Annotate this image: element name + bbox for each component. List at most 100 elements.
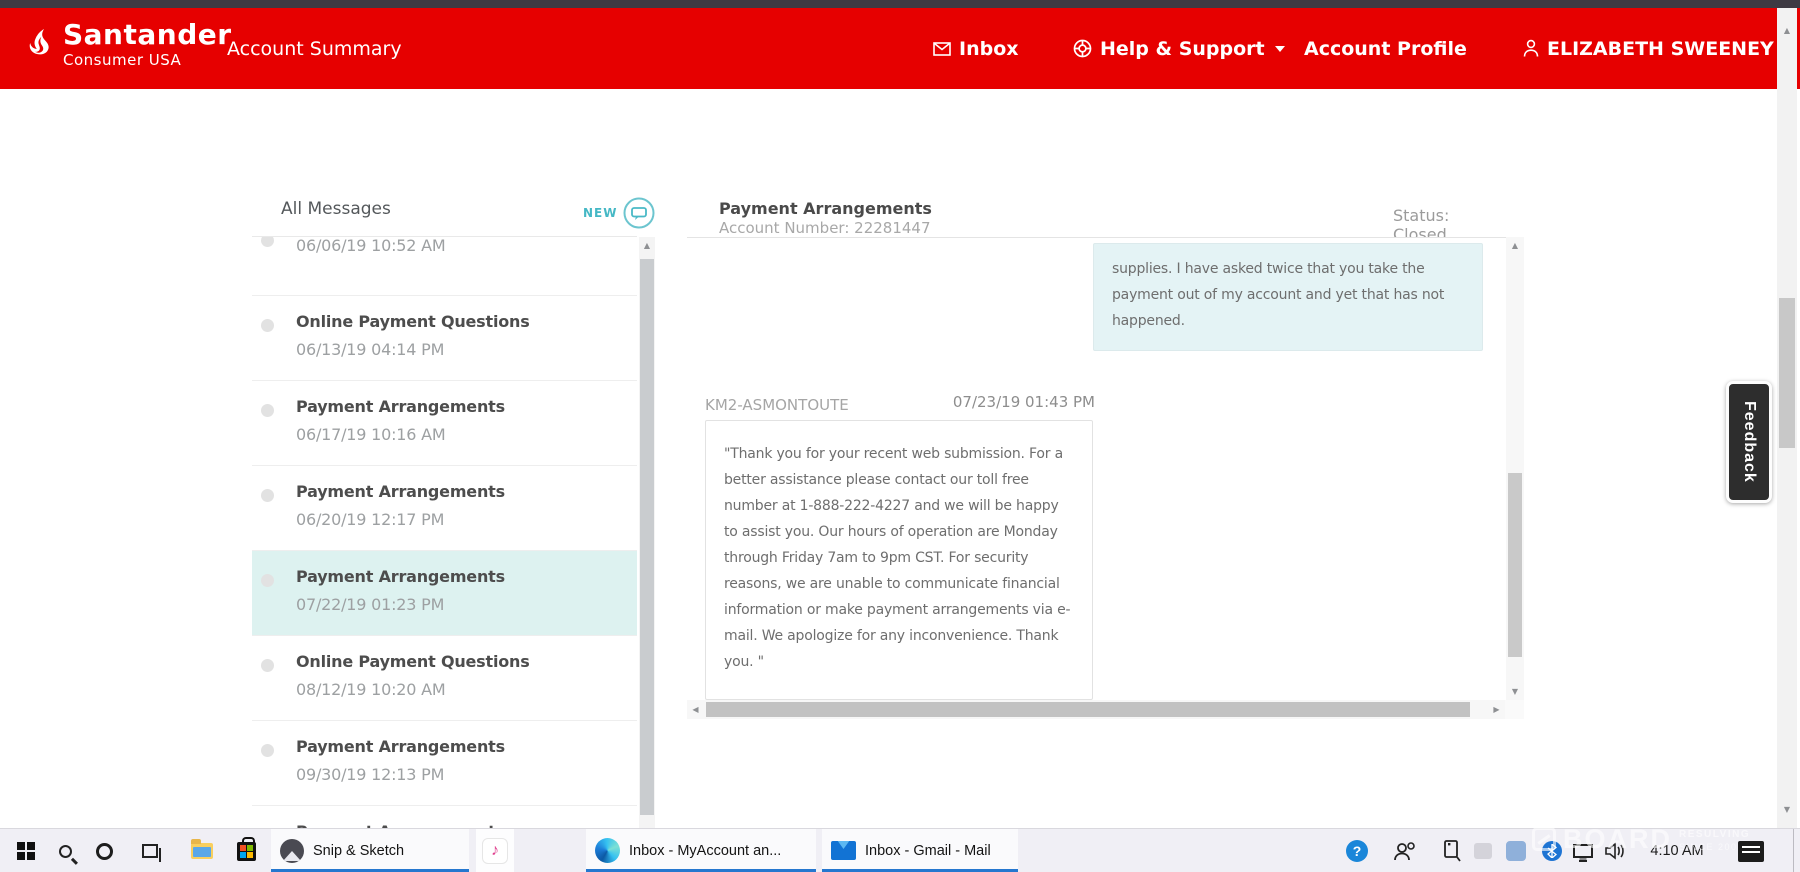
- scroll-up-arrow-icon[interactable]: ▲: [1506, 237, 1524, 254]
- tray-usb-button[interactable]: [1438, 838, 1464, 864]
- messages-panel-title: All Messages: [281, 199, 391, 219]
- tray-bluetooth-button[interactable]: [1539, 838, 1565, 864]
- message-list-item[interactable]: Payment Arrangements 07/22/19 01:23 PM: [252, 551, 637, 636]
- microsoft-store-button[interactable]: [231, 836, 261, 866]
- message-list-item[interactable]: Online Payment Questions06/13/19 04:14 P…: [252, 296, 637, 381]
- people-icon: [1393, 841, 1417, 861]
- cortana-button[interactable]: [89, 836, 119, 866]
- scrollbar-thumb[interactable]: [640, 259, 654, 815]
- unread-dot: [261, 659, 274, 672]
- screen: Santander Consumer USA Account Summary I…: [0, 0, 1800, 872]
- conversation-area: supplies. I have asked twice that you ta…: [687, 237, 1506, 719]
- tray-hidden-icon-button[interactable]: [1470, 838, 1496, 864]
- message-list-item[interactable]: Payment Arrangements09/30/19 12:13 PM: [252, 721, 637, 806]
- file-explorer-button[interactable]: [187, 836, 217, 866]
- scroll-right-arrow-icon[interactable]: ▶: [1488, 700, 1505, 719]
- taskbar-app-label: Snip & Sketch: [313, 843, 404, 859]
- show-desktop-button[interactable]: [1793, 829, 1800, 872]
- message-list-item[interactable]: Payment Arrangements06/20/19 12:17 PM: [252, 466, 637, 551]
- new-message-chat-icon: [623, 197, 655, 229]
- unread-dot: [261, 404, 274, 417]
- blue-square-app-icon: [1506, 841, 1526, 861]
- taskbar-clock[interactable]: 4:10 AM: [1638, 829, 1716, 872]
- edge-browser-icon: [595, 838, 620, 863]
- scroll-down-arrow-icon[interactable]: ▼: [1777, 801, 1797, 818]
- page-scrollbar[interactable]: ▲ ▼: [1777, 8, 1797, 828]
- volume-icon: [1604, 842, 1626, 860]
- navbar: Santander Consumer USA Account Summary I…: [0, 8, 1800, 89]
- tray-network-button[interactable]: [1570, 838, 1596, 864]
- feedback-tab[interactable]: Feedback: [1726, 381, 1772, 503]
- unread-dot: [261, 489, 274, 502]
- tray-help-button[interactable]: ?: [1344, 838, 1370, 864]
- taskbar-app-snip-sketch[interactable]: Snip & Sketch: [271, 829, 469, 872]
- unread-dot: [261, 744, 274, 757]
- scroll-left-arrow-icon[interactable]: ◀: [687, 700, 704, 719]
- help-question-icon: ?: [1346, 840, 1368, 862]
- agent-timestamp: 07/23/19 01:43 PM: [887, 393, 1095, 411]
- message-title: Payment Arrangements: [296, 737, 627, 756]
- chevron-down-icon: [1275, 46, 1285, 52]
- taskbar-app-label: Inbox - Gmail - Mail: [865, 843, 991, 859]
- nav-account-summary[interactable]: Account Summary: [227, 8, 402, 89]
- action-center-button[interactable]: [1738, 838, 1764, 864]
- cortana-icon: [96, 843, 113, 860]
- message-title: Online Payment Questions: [296, 652, 627, 671]
- message-list-item[interactable]: Payment Arrangements 06/17/19 10:16 AM: [252, 381, 637, 466]
- message-date: 07/22/19 01:23 PM: [296, 595, 627, 614]
- start-button[interactable]: [11, 836, 41, 866]
- envelope-icon: [933, 42, 951, 56]
- nav-help-support-label: Help & Support: [1100, 38, 1265, 60]
- person-icon: [1523, 39, 1539, 58]
- taskbar: Snip & Sketch ♪ Inbox - MyAccount an... …: [0, 828, 1800, 872]
- taskbar-app-mail[interactable]: Inbox - Gmail - Mail: [822, 829, 1018, 872]
- message-list-item[interactable]: 06/06/19 10:52 AM: [252, 237, 637, 296]
- conversation-vertical-scrollbar[interactable]: ▲ ▼: [1506, 237, 1524, 700]
- tray-app-button[interactable]: [1503, 838, 1529, 864]
- scrollbar-thumb[interactable]: [706, 702, 1470, 717]
- task-view-icon: [142, 844, 158, 858]
- unread-dot: [261, 574, 274, 587]
- taskbar-search-button[interactable]: [50, 836, 80, 866]
- nav-inbox[interactable]: Inbox: [933, 8, 1019, 89]
- agent-message-bubble: "Thank you for your recent web submissio…: [705, 420, 1093, 700]
- nav-help-support[interactable]: Help & Support: [1073, 8, 1285, 89]
- tray-volume-button[interactable]: [1602, 838, 1628, 864]
- scroll-down-arrow-icon[interactable]: ▼: [1506, 683, 1524, 700]
- unread-dot: [261, 237, 274, 247]
- message-list-item[interactable]: Payment Arrangements: [252, 806, 637, 828]
- windows-logo-icon: [17, 842, 35, 860]
- search-icon: [59, 845, 72, 858]
- scrollbar-thumb[interactable]: [1508, 473, 1522, 657]
- folder-icon: [191, 843, 213, 859]
- task-view-button[interactable]: [135, 836, 165, 866]
- message-list-item[interactable]: Online Payment Questions08/12/19 10:20 A…: [252, 636, 637, 721]
- conversation-horizontal-scrollbar[interactable]: ◀ ▶: [687, 700, 1505, 719]
- nav-user-name: ELIZABETH SWEENEY: [1547, 38, 1774, 60]
- message-list-scrollbar[interactable]: ▲: [639, 237, 655, 828]
- usb-icon: [1441, 839, 1461, 863]
- brand-name: Santander: [63, 20, 232, 50]
- thread-account-number: Account Number: 22281447: [719, 219, 931, 237]
- nav-account-summary-label: Account Summary: [227, 38, 402, 60]
- taskbar-app-edge[interactable]: Inbox - MyAccount an...: [586, 829, 816, 872]
- taskbar-app-itunes[interactable]: ♪: [476, 829, 514, 872]
- faded-app-icon: [1474, 843, 1492, 859]
- santander-flame-icon: [23, 28, 55, 58]
- thread-title: Payment Arrangements: [719, 199, 932, 218]
- message-date: 06/17/19 10:16 AM: [296, 425, 627, 444]
- scroll-up-arrow-icon[interactable]: ▲: [1777, 22, 1797, 39]
- santander-logo[interactable]: Santander Consumer USA: [23, 20, 232, 69]
- customer-message-bubble: supplies. I have asked twice that you ta…: [1093, 243, 1483, 351]
- notification-icon: [1738, 841, 1764, 862]
- tray-people-button[interactable]: [1392, 838, 1418, 864]
- nav-account-profile-label: Account Profile: [1304, 38, 1467, 60]
- message-title: Payment Arrangements: [296, 397, 627, 416]
- nav-account-profile[interactable]: Account Profile: [1304, 8, 1467, 89]
- nav-user-menu[interactable]: ELIZABETH SWEENEY: [1523, 8, 1794, 89]
- scrollbar-thumb[interactable]: [1779, 298, 1795, 448]
- new-message-button[interactable]: NEW: [583, 197, 655, 229]
- bluetooth-icon: [1542, 841, 1562, 861]
- message-title: Payment Arrangements: [296, 567, 627, 586]
- scroll-up-arrow-icon[interactable]: ▲: [639, 237, 655, 254]
